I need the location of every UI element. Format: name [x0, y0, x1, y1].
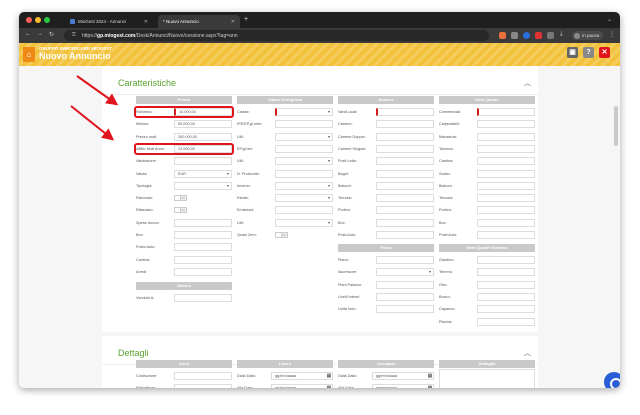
extension-icon[interactable]: [511, 32, 518, 39]
page-title: Nuovo Annuncio: [39, 51, 111, 61]
tab-miogest-annunci[interactable]: MioGest 2024 - Annunci ✕: [65, 15, 153, 28]
help-icon[interactable]: ?: [583, 47, 594, 58]
tab-label: MioGest 2024 - Annunci: [78, 19, 127, 24]
extension-icon[interactable]: [499, 32, 506, 39]
close-tab-icon[interactable]: ✕: [231, 19, 235, 25]
url-bar[interactable]: ⚿ https://gp.miogest.com/Desk/Annunci/Nu…: [64, 30, 489, 41]
back-icon[interactable]: ←: [25, 31, 31, 37]
close-icon[interactable]: ✕: [599, 47, 610, 58]
close-window-button[interactable]: [26, 17, 32, 23]
forward-icon[interactable]: →: [37, 31, 43, 37]
url-path: /Desk/Annunci/Nuovo/cessione.aspx?tag=an…: [135, 32, 238, 39]
extension-icon[interactable]: [523, 32, 530, 39]
avatar: [574, 32, 580, 39]
url-prefix: https://: [82, 32, 98, 39]
tab-search-chevron-icon[interactable]: ⌄: [607, 16, 612, 23]
tab-bar: MioGest 2024 - Annunci ✕ * Nuovo Annunci…: [19, 12, 620, 28]
main-content: Caratteristiche ︿ Prezzo Richiesto: 10.000…: [19, 66, 620, 388]
profile-button[interactable]: In pausa: [572, 31, 604, 40]
reload-icon[interactable]: ↻: [49, 31, 54, 38]
chat-support-button[interactable]: [604, 372, 620, 388]
download-icon[interactable]: ⤓: [560, 31, 563, 38]
zoom-window-button[interactable]: [44, 17, 50, 23]
address-toolbar: ← → ↻ ⚿ https://gp.miogest.com/Desk/Annu…: [19, 28, 620, 43]
minimize-window-button[interactable]: [35, 17, 41, 23]
new-tab-icon[interactable]: +: [244, 16, 248, 23]
browser-menu-icon[interactable]: ⋮: [609, 31, 615, 38]
tab-nuovo-annuncio[interactable]: * Nuovo Annuncio ✕: [158, 15, 240, 28]
arrow-to-richiesto: [76, 75, 119, 106]
lock-icon: ⚿: [72, 32, 76, 38]
extensions-puzzle-icon[interactable]: [547, 32, 554, 39]
arrow-to-affitto: [70, 105, 115, 141]
tab-label: * Nuovo Annuncio: [163, 19, 199, 24]
browser-window: MioGest 2024 - Annunci ✕ * Nuovo Annunci…: [19, 12, 620, 388]
annotation-arrows: [70, 75, 119, 141]
profile-label: In pausa: [582, 33, 600, 38]
app-header: ⌂ GRUPPO IMMOBILIARE MIOGEST Nuovo Annun…: [19, 43, 620, 66]
favicon-icon: [70, 19, 75, 24]
save-icon[interactable]: ▣: [567, 47, 578, 58]
app-title-block: GRUPPO IMMOBILIARE MIOGEST Nuovo Annunci…: [39, 46, 112, 61]
url-host: gp.miogest.com: [97, 32, 136, 39]
close-tab-icon[interactable]: ✕: [144, 19, 148, 25]
home-icon[interactable]: ⌂: [23, 47, 35, 62]
extension-icon[interactable]: [535, 32, 542, 39]
